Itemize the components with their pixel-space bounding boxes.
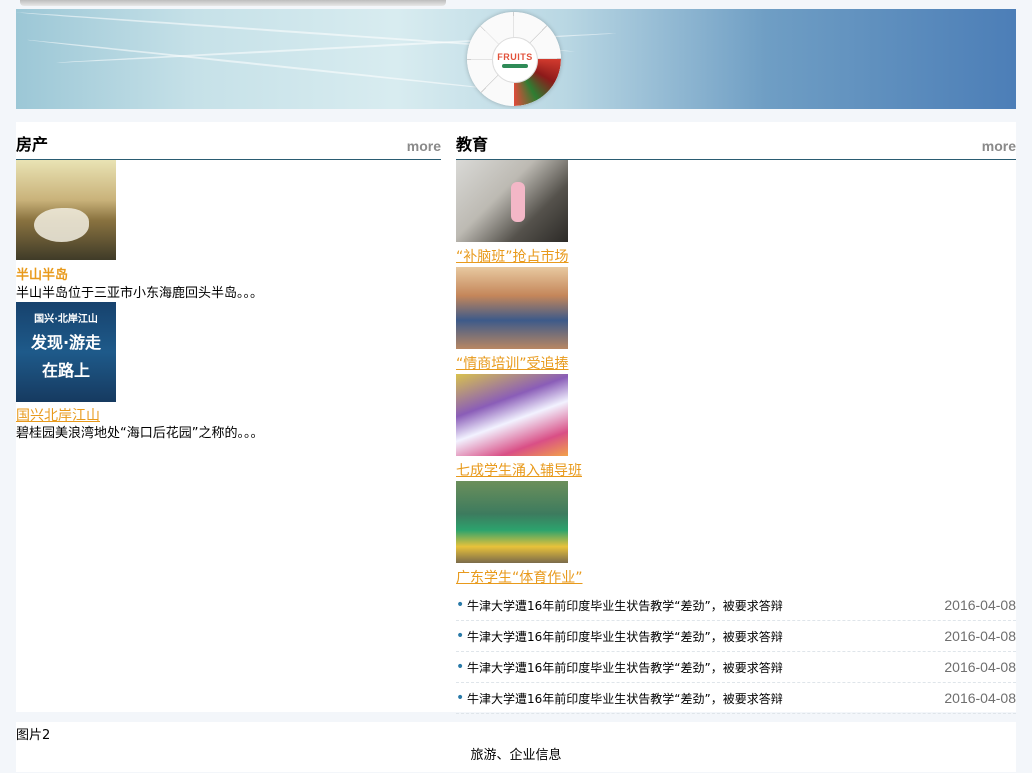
realestate-section: 房产 more 半山半岛 半山半岛位于三亚市小东海鹿回头半岛。。。 国兴·北岸江… xyxy=(16,132,441,442)
education-title: 教育 xyxy=(456,135,489,154)
education-news-list: • 牛津大学遭16年前印度毕业生状告教学“差劲”，被要求答辩 2016-04-0… xyxy=(456,590,1016,714)
thumb-text: 国兴·北岸江山 xyxy=(34,314,98,325)
education-photo-caption[interactable]: 七成学生涌入辅导班 xyxy=(456,463,1016,479)
news-title[interactable]: 牛津大学遭16年前印度毕业生状告教学“差劲”，被要求答辩 xyxy=(467,597,783,614)
main-content: 房产 more 半山半岛 半山半岛位于三亚市小东海鹿回头半岛。。。 国兴·北岸江… xyxy=(16,122,1016,714)
footer-image-alt-text: 图片2 xyxy=(16,728,51,743)
news-title[interactable]: 牛津大学遭16年前印度毕业生状告教学“差劲”，被要求答辩 xyxy=(467,690,783,707)
list-item[interactable]: • 牛津大学遭16年前印度毕业生状告教学“差劲”，被要求答辩 2016-04-0… xyxy=(456,621,1016,652)
list-item[interactable]: • 牛津大学遭16年前印度毕业生状告教学“差劲”，被要求答辩 2016-04-0… xyxy=(456,683,1016,714)
top-shadow-bar xyxy=(20,0,446,6)
news-title[interactable]: 牛津大学遭16年前印度毕业生状告教学“差劲”，被要求答辩 xyxy=(467,628,783,645)
bullet-icon: • xyxy=(456,659,465,675)
realestate-thumb-guoxing[interactable]: 国兴·北岸江山 发现·游走 在路上 xyxy=(16,302,116,402)
realestate-header: 房产 more xyxy=(16,132,441,160)
realestate-title: 房产 xyxy=(16,135,49,154)
education-photo[interactable] xyxy=(456,481,568,563)
education-photo[interactable] xyxy=(456,160,568,242)
list-item[interactable]: • 牛津大学遭16年前印度毕业生状告教学“差劲”，被要求答辩 2016-04-0… xyxy=(456,590,1016,621)
bullet-icon: • xyxy=(456,597,465,613)
news-title[interactable]: 牛津大学遭16年前印度毕业生状告教学“差劲”，被要求答辩 xyxy=(467,659,783,676)
realestate-item-title[interactable]: 国兴北岸江山 xyxy=(16,408,441,424)
list-item[interactable]: • 牛津大学遭16年前印度毕业生状告教学“差劲”，被要求答辩 2016-04-0… xyxy=(456,652,1016,683)
header-banner: FRUITS xyxy=(16,9,1016,109)
footer-links[interactable]: 旅游、企业信息 xyxy=(16,744,1016,763)
news-date: 2016-04-08 xyxy=(944,597,1016,613)
thumb-text: 在路上 xyxy=(41,361,90,380)
education-photo[interactable] xyxy=(456,267,568,349)
education-section: 教育 more “补脑班”抢占市场 “情商培训”受追捧 七成学生涌入辅导班 广东… xyxy=(456,132,1016,714)
education-photo-caption[interactable]: “补脑班”抢占市场 xyxy=(456,249,1016,265)
fruits-logo-icon: FRUITS xyxy=(467,12,561,106)
realestate-thumb-banshan[interactable] xyxy=(16,160,116,260)
banner-decoration xyxy=(27,38,505,92)
news-date: 2016-04-08 xyxy=(944,628,1016,644)
education-photo[interactable] xyxy=(456,374,568,456)
education-more-link[interactable]: more xyxy=(982,138,1016,159)
bullet-icon: • xyxy=(456,690,465,706)
education-header: 教育 more xyxy=(456,132,1016,160)
realestate-item-desc: 半山半岛位于三亚市小东海鹿回头半岛。。。 xyxy=(16,286,264,301)
news-date: 2016-04-08 xyxy=(944,690,1016,706)
logo-text: FRUITS xyxy=(497,52,533,62)
education-photo-caption[interactable]: “情商培训”受追捧 xyxy=(456,356,1016,372)
footer: 图片2 旅游、企业信息 xyxy=(16,722,1016,772)
realestate-more-link[interactable]: more xyxy=(407,138,441,159)
thumb-text: 发现·游走 xyxy=(30,333,102,352)
bullet-icon: • xyxy=(456,628,465,644)
education-photo-caption[interactable]: 广东学生“体育作业” xyxy=(456,570,1016,586)
news-date: 2016-04-08 xyxy=(944,659,1016,675)
realestate-item-title[interactable]: 半山半岛 xyxy=(16,268,441,284)
realestate-item-desc: 碧桂园美浪湾地处“海口后花园”之称的。。。 xyxy=(16,426,264,441)
